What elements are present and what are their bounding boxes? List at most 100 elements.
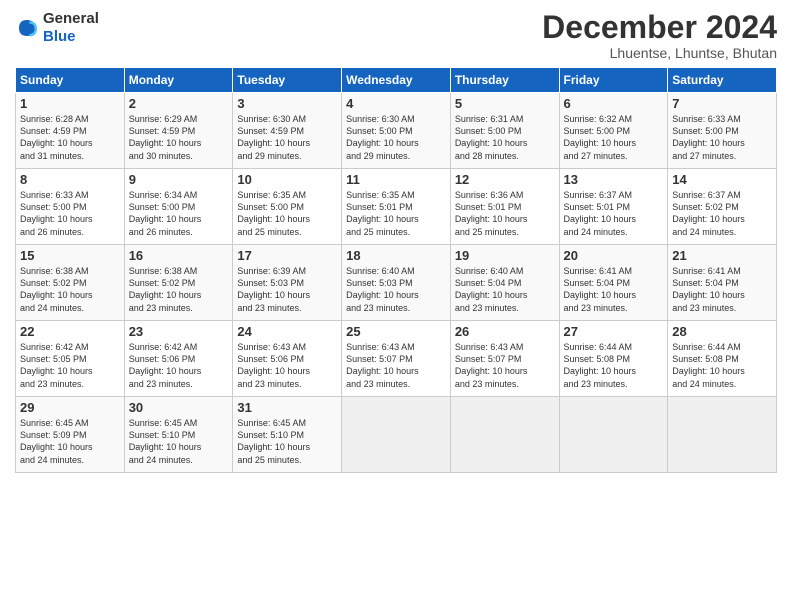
day-info: Sunrise: 6:44 AMSunset: 5:08 PMDaylight:… xyxy=(672,341,772,390)
table-row xyxy=(559,397,668,473)
day-info: Sunrise: 6:31 AMSunset: 5:00 PMDaylight:… xyxy=(455,113,555,162)
day-number: 26 xyxy=(455,324,555,339)
table-row: 30Sunrise: 6:45 AMSunset: 5:10 PMDayligh… xyxy=(124,397,233,473)
day-info: Sunrise: 6:45 AMSunset: 5:10 PMDaylight:… xyxy=(129,417,229,466)
calendar-week-1: 8 Sunrise: 6:33 AMSunset: 5:00 PMDaylight… xyxy=(16,169,777,245)
table-row: 10 Sunrise: 6:35 AMSunset: 5:00 PMDayligh… xyxy=(233,169,342,245)
day-info: Sunrise: 6:45 AMSunset: 5:10 PMDaylight:… xyxy=(237,417,337,466)
day-number: 20 xyxy=(564,248,664,263)
day-number: 1 xyxy=(20,96,120,111)
day-info: Sunrise: 6:35 AMSunset: 5:00 PMDaylight:… xyxy=(237,189,337,238)
day-number: 8 xyxy=(20,172,120,187)
day-info: Sunrise: 6:38 AMSunset: 5:02 PMDaylight:… xyxy=(129,265,229,314)
table-row: 19Sunrise: 6:40 AMSunset: 5:04 PMDayligh… xyxy=(450,245,559,321)
calendar-week-3: 22 Sunrise: 6:42 AMSunset: 5:05 PMDayligh… xyxy=(16,321,777,397)
day-info: Sunrise: 6:33 AMSunset: 5:00 PMDaylight:… xyxy=(672,113,772,162)
table-row: 3 Sunrise: 6:30 AMSunset: 4:59 PMDaylight… xyxy=(233,93,342,169)
month-title: December 2024 xyxy=(542,10,777,45)
col-saturday: Saturday xyxy=(668,68,777,93)
day-number: 5 xyxy=(455,96,555,111)
day-info: Sunrise: 6:37 AMSunset: 5:02 PMDaylight:… xyxy=(672,189,772,238)
table-row: 25Sunrise: 6:43 AMSunset: 5:07 PMDayligh… xyxy=(342,321,451,397)
day-number: 21 xyxy=(672,248,772,263)
table-row: 15 Sunrise: 6:38 AMSunset: 5:02 PMDayligh… xyxy=(16,245,125,321)
table-row: 18 Sunrise: 6:40 AMSunset: 5:03 PMDayligh… xyxy=(342,245,451,321)
table-row xyxy=(342,397,451,473)
page-container: General Blue December 2024 Lhuentse, Lhu… xyxy=(0,0,792,483)
day-number: 25 xyxy=(346,324,446,339)
logo-blue: Blue xyxy=(43,28,76,45)
table-row xyxy=(668,397,777,473)
table-row: 5 Sunrise: 6:31 AMSunset: 5:00 PMDaylight… xyxy=(450,93,559,169)
title-section: December 2024 Lhuentse, Lhuntse, Bhutan xyxy=(542,10,777,61)
table-row: 28 Sunrise: 6:44 AMSunset: 5:08 PMDayligh… xyxy=(668,321,777,397)
calendar-week-0: 1 Sunrise: 6:28 AMSunset: 4:59 PMDaylight… xyxy=(16,93,777,169)
day-number: 17 xyxy=(237,248,337,263)
day-info: Sunrise: 6:40 AMSunset: 5:04 PMDaylight:… xyxy=(455,265,555,314)
day-info: Sunrise: 6:40 AMSunset: 5:03 PMDaylight:… xyxy=(346,265,446,314)
logo-general: General xyxy=(43,10,99,27)
table-row: 8 Sunrise: 6:33 AMSunset: 5:00 PMDaylight… xyxy=(16,169,125,245)
day-info: Sunrise: 6:36 AMSunset: 5:01 PMDaylight:… xyxy=(455,189,555,238)
table-row: 17Sunrise: 6:39 AMSunset: 5:03 PMDayligh… xyxy=(233,245,342,321)
table-row: 4 Sunrise: 6:30 AMSunset: 5:00 PMDaylight… xyxy=(342,93,451,169)
logo-text: General Blue xyxy=(43,10,99,46)
col-sunday: Sunday xyxy=(16,68,125,93)
day-number: 16 xyxy=(129,248,229,263)
table-row: 24 Sunrise: 6:43 AMSunset: 5:06 PMDayligh… xyxy=(233,321,342,397)
table-row: 26 Sunrise: 6:43 AMSunset: 5:07 PMDayligh… xyxy=(450,321,559,397)
col-thursday: Thursday xyxy=(450,68,559,93)
table-row xyxy=(450,397,559,473)
day-info: Sunrise: 6:45 AMSunset: 5:09 PMDaylight:… xyxy=(20,417,120,466)
logo-icon xyxy=(15,16,39,40)
day-number: 31 xyxy=(237,400,337,415)
table-row: 31 Sunrise: 6:45 AMSunset: 5:10 PMDayligh… xyxy=(233,397,342,473)
logo: General Blue xyxy=(15,10,99,46)
day-number: 3 xyxy=(237,96,337,111)
day-number: 22 xyxy=(20,324,120,339)
day-info: Sunrise: 6:30 AMSunset: 5:00 PMDaylight:… xyxy=(346,113,446,162)
col-friday: Friday xyxy=(559,68,668,93)
day-number: 15 xyxy=(20,248,120,263)
table-row: 1 Sunrise: 6:28 AMSunset: 4:59 PMDaylight… xyxy=(16,93,125,169)
day-number: 6 xyxy=(564,96,664,111)
calendar-table: Sunday Monday Tuesday Wednesday Thursday… xyxy=(15,67,777,473)
day-info: Sunrise: 6:34 AMSunset: 5:00 PMDaylight:… xyxy=(129,189,229,238)
day-number: 18 xyxy=(346,248,446,263)
day-number: 28 xyxy=(672,324,772,339)
calendar-week-2: 15 Sunrise: 6:38 AMSunset: 5:02 PMDayligh… xyxy=(16,245,777,321)
day-info: Sunrise: 6:43 AMSunset: 5:07 PMDaylight:… xyxy=(455,341,555,390)
day-info: Sunrise: 6:44 AMSunset: 5:08 PMDaylight:… xyxy=(564,341,664,390)
day-info: Sunrise: 6:38 AMSunset: 5:02 PMDaylight:… xyxy=(20,265,120,314)
day-info: Sunrise: 6:35 AMSunset: 5:01 PMDaylight:… xyxy=(346,189,446,238)
day-info: Sunrise: 6:43 AMSunset: 5:06 PMDaylight:… xyxy=(237,341,337,390)
table-row: 21 Sunrise: 6:41 AMSunset: 5:04 PMDayligh… xyxy=(668,245,777,321)
day-number: 12 xyxy=(455,172,555,187)
day-number: 27 xyxy=(564,324,664,339)
day-info: Sunrise: 6:30 AMSunset: 4:59 PMDaylight:… xyxy=(237,113,337,162)
table-row: 14Sunrise: 6:37 AMSunset: 5:02 PMDayligh… xyxy=(668,169,777,245)
day-info: Sunrise: 6:41 AMSunset: 5:04 PMDaylight:… xyxy=(672,265,772,314)
day-number: 11 xyxy=(346,172,446,187)
table-row: 22 Sunrise: 6:42 AMSunset: 5:05 PMDayligh… xyxy=(16,321,125,397)
col-monday: Monday xyxy=(124,68,233,93)
day-info: Sunrise: 6:32 AMSunset: 5:00 PMDaylight:… xyxy=(564,113,664,162)
table-row: 20Sunrise: 6:41 AMSunset: 5:04 PMDayligh… xyxy=(559,245,668,321)
day-number: 2 xyxy=(129,96,229,111)
table-row: 29Sunrise: 6:45 AMSunset: 5:09 PMDayligh… xyxy=(16,397,125,473)
day-number: 24 xyxy=(237,324,337,339)
table-row: 23 Sunrise: 6:42 AMSunset: 5:06 PMDayligh… xyxy=(124,321,233,397)
day-number: 13 xyxy=(564,172,664,187)
day-info: Sunrise: 6:29 AMSunset: 4:59 PMDaylight:… xyxy=(129,113,229,162)
col-tuesday: Tuesday xyxy=(233,68,342,93)
day-info: Sunrise: 6:28 AMSunset: 4:59 PMDaylight:… xyxy=(20,113,120,162)
day-number: 10 xyxy=(237,172,337,187)
table-row: 6 Sunrise: 6:32 AMSunset: 5:00 PMDaylight… xyxy=(559,93,668,169)
day-info: Sunrise: 6:42 AMSunset: 5:06 PMDaylight:… xyxy=(129,341,229,390)
calendar-week-4: 29Sunrise: 6:45 AMSunset: 5:09 PMDayligh… xyxy=(16,397,777,473)
table-row: 2 Sunrise: 6:29 AMSunset: 4:59 PMDaylight… xyxy=(124,93,233,169)
day-number: 4 xyxy=(346,96,446,111)
day-info: Sunrise: 6:33 AMSunset: 5:00 PMDaylight:… xyxy=(20,189,120,238)
day-info: Sunrise: 6:42 AMSunset: 5:05 PMDaylight:… xyxy=(20,341,120,390)
day-number: 23 xyxy=(129,324,229,339)
